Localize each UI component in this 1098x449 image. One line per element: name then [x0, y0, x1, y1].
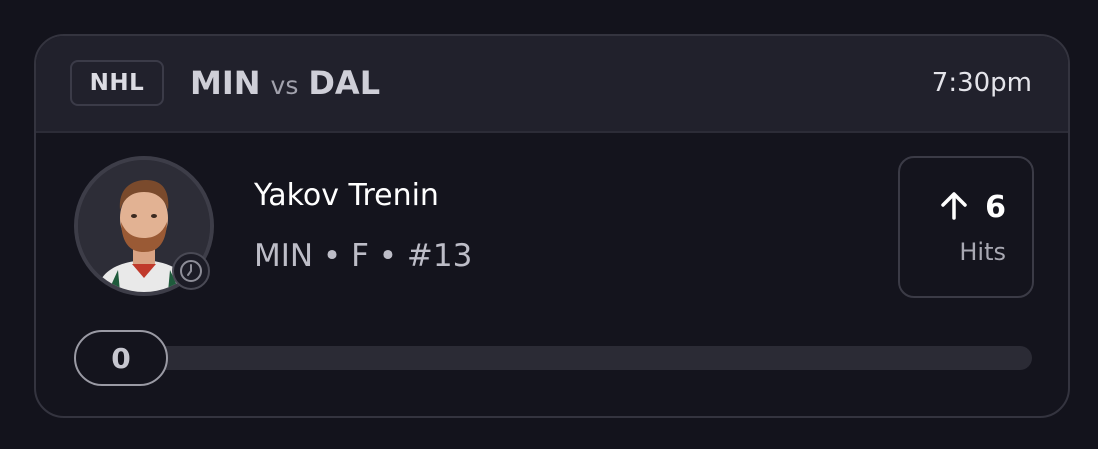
clock-icon — [172, 252, 210, 290]
stat-line: 6 — [937, 188, 1006, 226]
stat-line-button[interactable]: 6 Hits — [898, 156, 1034, 298]
player-name: Yakov Trenin — [254, 178, 439, 213]
player-prop-card[interactable]: NHL MIN vs DAL 7:30pm Yakov Trenin MIN •… — [34, 34, 1070, 418]
game-header: NHL MIN vs DAL 7:30pm — [36, 36, 1068, 133]
progress-track — [118, 346, 1032, 370]
player-meta: MIN • F • #13 — [254, 238, 473, 274]
game-time: 7:30pm — [931, 68, 1032, 98]
stat-label: Hits — [959, 238, 1006, 266]
matchup: MIN vs DAL — [190, 60, 380, 106]
league-badge: NHL — [70, 60, 164, 106]
progress-current-value: 0 — [74, 330, 168, 386]
arrow-up-icon — [937, 188, 971, 226]
vs-label: vs — [270, 70, 299, 100]
stat-value: 6 — [985, 189, 1006, 225]
home-team: MIN — [190, 64, 261, 102]
away-team: DAL — [308, 64, 381, 102]
